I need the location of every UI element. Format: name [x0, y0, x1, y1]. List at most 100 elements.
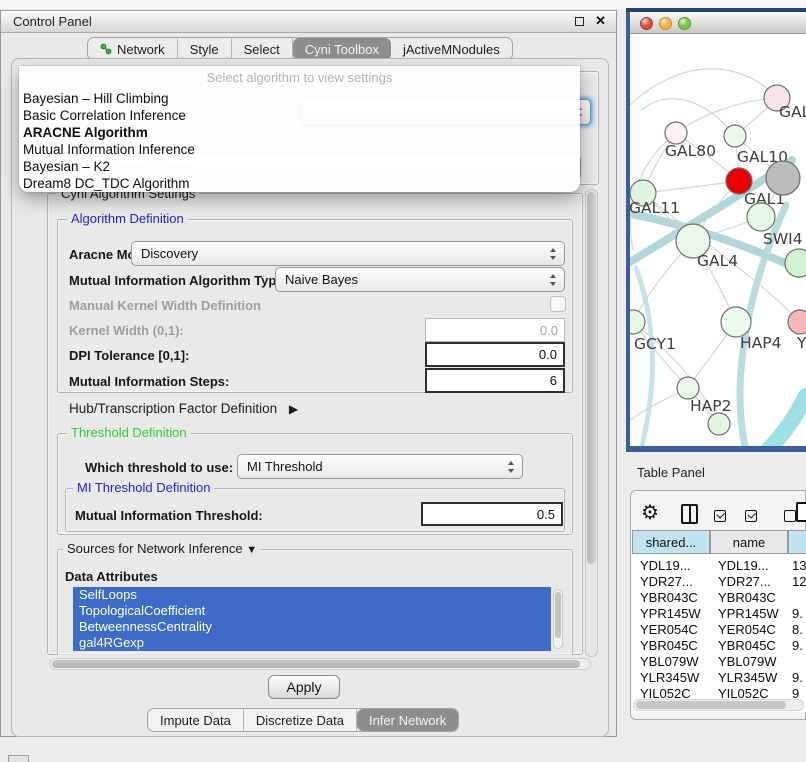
column-header-shared...[interactable]: shared...: [632, 530, 710, 554]
table-hscrollbar[interactable]: [633, 699, 804, 711]
table-cell: YPR145W: [718, 606, 788, 621]
which-threshold-combo[interactable]: MI Threshold: [237, 454, 523, 479]
algorithm-definition-title: Algorithm Definition: [67, 212, 188, 226]
apply-button[interactable]: Apply: [268, 675, 340, 699]
algorithm-option[interactable]: ARACNE Algorithm: [19, 124, 580, 141]
zoom-traffic-light-icon[interactable]: [678, 17, 691, 30]
mi-steps-field[interactable]: 6: [425, 368, 565, 393]
node-table[interactable]: shared...nameYDL19...YDL19...13YDR27...Y…: [632, 530, 806, 712]
network-canvas[interactable]: GALGAL80GAL10GAL1GAL11SWI4GAL4GCY1HAP4YH…: [630, 34, 806, 446]
tab-label: Discretize Data: [256, 713, 344, 728]
network-edge-thick: [636, 268, 652, 446]
column-header-extra[interactable]: [788, 530, 806, 554]
bottom-tab-impute-data[interactable]: Impute Data: [148, 709, 244, 731]
algorithm-option[interactable]: Bayesian – Hill Climbing: [19, 90, 580, 107]
data-attributes-list[interactable]: SelfLoopsTopologicalCoefficientBetweenne…: [73, 587, 551, 651]
table-cell: YBL079W: [718, 654, 788, 669]
network-window-titlebar[interactable]: [630, 12, 806, 34]
aracne-mode-value: Discovery: [141, 246, 198, 261]
settings-hscrollbar-thumb[interactable]: [52, 660, 580, 668]
tab-label: Style: [190, 42, 219, 57]
tab-jactivemnodules[interactable]: jActiveMNodules: [391, 38, 512, 60]
unchecked-checkbox-icon-1[interactable]: [784, 510, 796, 522]
dpi-tolerance-value: 0.0: [539, 347, 557, 362]
bottom-tab-infer-network[interactable]: Infer Network: [357, 709, 458, 731]
hub-expander-label: Hub/Transcription Factor Definition: [69, 401, 277, 416]
table-cell: YBL079W: [640, 654, 710, 669]
checked-checkbox-icon-1[interactable]: [714, 510, 726, 522]
algorithm-popup: Select algorithm to view settings Bayesi…: [19, 66, 580, 192]
node-gal10: [724, 125, 746, 147]
threshold-definition-title: Threshold Definition: [67, 426, 191, 440]
algorithm-option[interactable]: Bayesian – K2: [19, 158, 580, 175]
mi-algorithm-type-value: Naive Bayes: [285, 272, 358, 287]
algorithm-option[interactable]: Basic Correlation Inference: [19, 107, 580, 124]
node-gal80-label: GAL80: [665, 142, 716, 160]
attributes-vscrollbar[interactable]: [553, 589, 563, 649]
hub-expander[interactable]: Hub/Transcription Factor Definition ▶: [69, 401, 298, 416]
node-pink-r: [788, 310, 806, 334]
table-cell: 9.: [792, 670, 806, 685]
control-panel-titlebar[interactable]: Control Panel ✕: [1, 11, 616, 33]
network-tab-icon: [100, 43, 112, 55]
table-cell: YBR043C: [640, 590, 710, 605]
node-gray: [766, 161, 800, 195]
attribute-item[interactable]: BetweennessCentrality: [73, 619, 551, 635]
node-gal80: [665, 122, 687, 144]
split-columns-divider: [689, 506, 691, 522]
node-pink-r-label: Y: [796, 334, 806, 352]
sources-group-title[interactable]: Sources for Network Inference ▼: [63, 542, 261, 557]
tab-select[interactable]: Select: [232, 38, 293, 60]
algorithm-option[interactable]: Mutual Information Inference: [19, 141, 580, 158]
tab-network[interactable]: Network: [88, 38, 178, 60]
dpi-tolerance-label: DPI Tolerance [0,1]:: [69, 348, 189, 363]
settings-vscrollbar[interactable]: [585, 189, 598, 657]
tab-cyni-toolbox[interactable]: Cyni Toolbox: [293, 38, 391, 60]
attributes-vscrollbar-thumb[interactable]: [555, 592, 561, 638]
node-hap4: [721, 307, 751, 337]
node-hap2-label: HAP2: [690, 397, 731, 415]
settings-vscrollbar-thumb[interactable]: [587, 192, 596, 564]
mi-threshold-field[interactable]: 0.5: [421, 502, 563, 526]
float-icon[interactable]: [575, 17, 584, 26]
algorithm-popup-list: Bayesian – Hill ClimbingBasic Correlatio…: [19, 90, 580, 192]
settings-hscrollbar[interactable]: [49, 658, 591, 670]
control-panel-title: Control Panel: [13, 14, 92, 29]
table-panel-title: Table Panel: [637, 465, 705, 480]
tab-style[interactable]: Style: [178, 38, 232, 60]
algorithm-option[interactable]: Dream8 DC_TDC Algorithm: [19, 175, 580, 192]
mi-steps-value: 6: [550, 373, 557, 388]
close-icon[interactable]: ✕: [595, 13, 606, 29]
network-edge: [642, 99, 735, 136]
gear-icon[interactable]: ⚙: [641, 503, 659, 523]
network-edge-thick: [766, 396, 806, 446]
kernel-width-field[interactable]: 0.0: [425, 318, 565, 342]
mi-algorithm-type-combo[interactable]: Naive Bayes: [275, 267, 565, 292]
table-hscrollbar-thumb[interactable]: [636, 701, 786, 709]
expander-down-triangle-icon: ▼: [246, 544, 257, 556]
manual-kernel-width-checkbox[interactable]: [550, 296, 566, 312]
attribute-item[interactable]: gal4RGexp: [73, 635, 551, 651]
bottom-tab-discretize-data[interactable]: Discretize Data: [244, 709, 357, 731]
attribute-item[interactable]: SelfLoops: [73, 587, 551, 603]
table-cell: 12: [792, 574, 806, 589]
mi-algorithm-type-label: Mutual Information Algorithm Type:: [69, 273, 288, 288]
split-columns-icon[interactable]: [681, 504, 698, 524]
aracne-mode-combo[interactable]: Discovery: [131, 241, 565, 266]
table-cell: YDL19...: [640, 558, 710, 573]
manual-kernel-width-label: Manual Kernel Width Definition: [69, 298, 261, 313]
table-cell: 13: [792, 558, 806, 573]
minimize-traffic-light-icon[interactable]: [659, 17, 672, 30]
attribute-item[interactable]: TopologicalCoefficient: [73, 603, 551, 619]
partial-button[interactable]: [8, 755, 29, 762]
document-icon[interactable]: [796, 502, 806, 522]
column-header-name[interactable]: name: [710, 530, 788, 554]
checked-checkbox-icon-2[interactable]: [745, 510, 757, 522]
table-cell: YBR045C: [718, 638, 788, 653]
node-gal4-label: GAL4: [697, 252, 738, 270]
table-cell: YBR045C: [640, 638, 710, 653]
kernel-width-value: 0.0: [540, 323, 558, 338]
close-traffic-light-icon[interactable]: [640, 17, 653, 30]
dpi-tolerance-field[interactable]: 0.0: [425, 342, 565, 367]
tab-label: jActiveMNodules: [403, 42, 500, 57]
